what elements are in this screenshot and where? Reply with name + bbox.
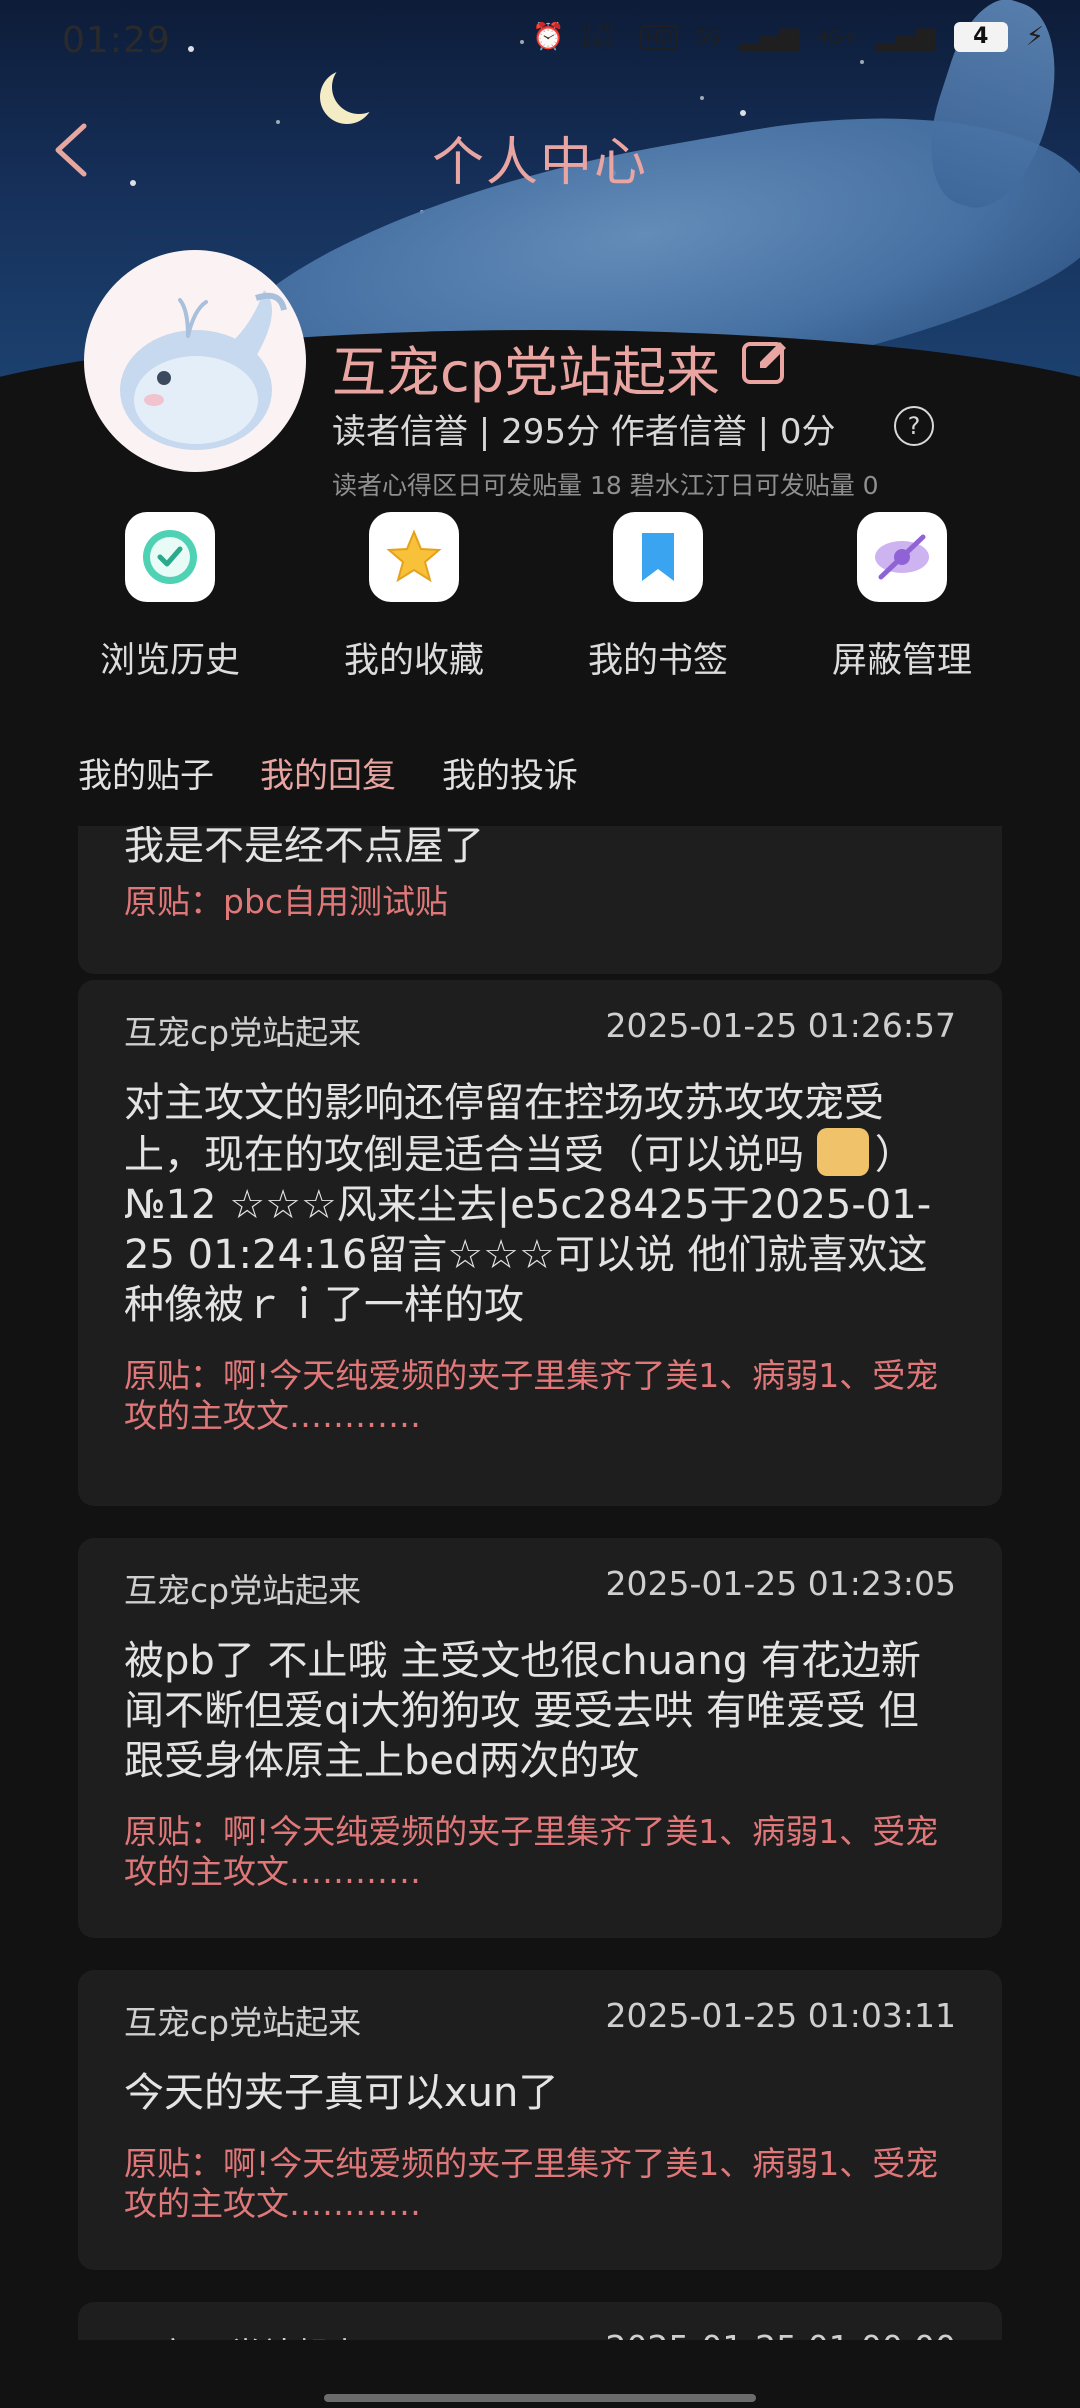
original-post-link[interactable]: 原贴：pbc自用测试贴 [124,882,956,922]
reply-time: 2025-01-25 01:03:11 [605,1996,956,2035]
net-speed: 0.20 KB/s [582,22,614,52]
username: 互宠cp党站起来 [332,341,720,404]
quick-actions: 浏览历史 我的收藏 我的书签 屏蔽管理 [0,512,1080,692]
reply-card[interactable]: 互宠cp党站起来 2025-01-25 01:00:00 [78,2302,1002,2340]
bookmark-icon [642,533,674,581]
reply-card[interactable]: 我是不是经不点屋了 原贴：pbc自用测试贴 [78,826,1002,974]
tab-bar: 我的贴子 我的回复 我的投诉 [78,748,578,797]
credit-scores: 读者信誉 | 295分 作者信誉 | 0分 [332,412,836,452]
signal-icon: ▂▄▆ [739,22,800,52]
battery-indicator: 4 [953,22,1008,52]
charging-icon: ⚡ [1025,22,1044,52]
reply-card[interactable]: 互宠cp党站起来 2025-01-25 01:03:11 今天的夹子真可以xun… [78,1970,1002,2270]
reply-author: 互宠cp党站起来 [124,2328,361,2340]
reply-content: 对主攻文的影响还停留在控场攻苏攻攻宠受上，现在的攻倒是适合当受（可以说吗 ）№1… [124,1080,932,1328]
page-title: 个人中心 [431,133,648,193]
reply-content: 今天的夹子真可以xun了 [124,2070,559,2116]
hd-badge: HD [640,24,678,50]
signal-icon: ▂▄▆ [875,22,936,52]
reply-card[interactable]: 互宠cp党站起来 2025-01-25 01:26:57 对主攻文的影响还停留在… [78,980,1002,1506]
action-label: 浏览历史 [99,641,240,681]
alarm-icon: ⏰ [532,22,565,52]
original-post-link[interactable]: 原贴：啊!今天纯爱频的夹子里集齐了美1、病弱1、受宠攻的主攻文………… [124,1356,956,1436]
home-indicator[interactable] [324,2394,756,2402]
signal-5g: 5G [695,26,722,48]
tab-my-posts[interactable]: 我的贴子 [78,748,214,797]
action-label: 我的书签 [587,641,728,681]
bookmarks-button[interactable]: 我的书签 [558,512,758,683]
edit-profile-button[interactable] [740,336,792,388]
reply-time: 2025-01-25 01:26:57 [605,1006,956,1045]
reply-list: 我是不是经不点屋了 原贴：pbc自用测试贴 互宠cp党站起来 2025-01-2… [0,826,1080,2340]
reply-time: 2025-01-25 01:00:00 [606,2328,956,2340]
edit-icon [742,342,786,384]
eye-hidden-icon [875,534,929,580]
reply-content: 被pb了 不止哦 主受文也很chuang 有花边新闻不断但爱qi大狗狗攻 要受去… [124,1638,921,1784]
emoji-icon [816,1128,869,1176]
whale-avatar-icon [120,290,287,450]
avatar[interactable] [84,250,306,472]
status-time: 01:29 [62,20,171,61]
status-bar: 01:29 ⏰ 0.20 KB/s HD 5G ▂▄▆ 4G+ ▂▄▆ 4 ⚡ [0,0,1080,84]
reply-card[interactable]: 互宠cp党站起来 2025-01-25 01:23:05 被pb了 不止哦 主受… [78,1538,1002,1938]
reply-author: 互宠cp党站起来 [124,2003,362,2042]
favorites-button[interactable]: 我的收藏 [314,512,514,683]
tab-my-complaints[interactable]: 我的投诉 [442,748,578,797]
action-label: 屏蔽管理 [831,641,972,681]
clock-icon [143,530,197,584]
original-post-link[interactable]: 原贴：啊!今天纯爱频的夹子里集齐了美1、病弱1、受宠攻的主攻文………… [124,1812,956,1892]
tab-my-replies[interactable]: 我的回复 [260,748,396,797]
reply-author: 互宠cp党站起来 [124,1013,362,1052]
original-post-link[interactable]: 原贴：啊!今天纯爱频的夹子里集齐了美1、病弱1、受宠攻的主攻文………… [124,2144,956,2224]
signal-4g: 4G+ [817,26,858,48]
block-manage-button[interactable]: 屏蔽管理 [802,512,1002,683]
reply-author: 互宠cp党站起来 [124,1571,362,1610]
star-icon [386,529,442,583]
reply-content: 我是不是经不点屋了 [124,826,484,864]
reply-time: 2025-01-25 01:23:05 [605,1564,956,1603]
action-label: 我的收藏 [343,641,484,681]
history-button[interactable]: 浏览历史 [70,512,270,683]
post-limits: 读者心得区日可发贴量 18 碧水江汀日可发贴量 0 [332,471,879,500]
question-icon[interactable]: ? [894,406,934,446]
